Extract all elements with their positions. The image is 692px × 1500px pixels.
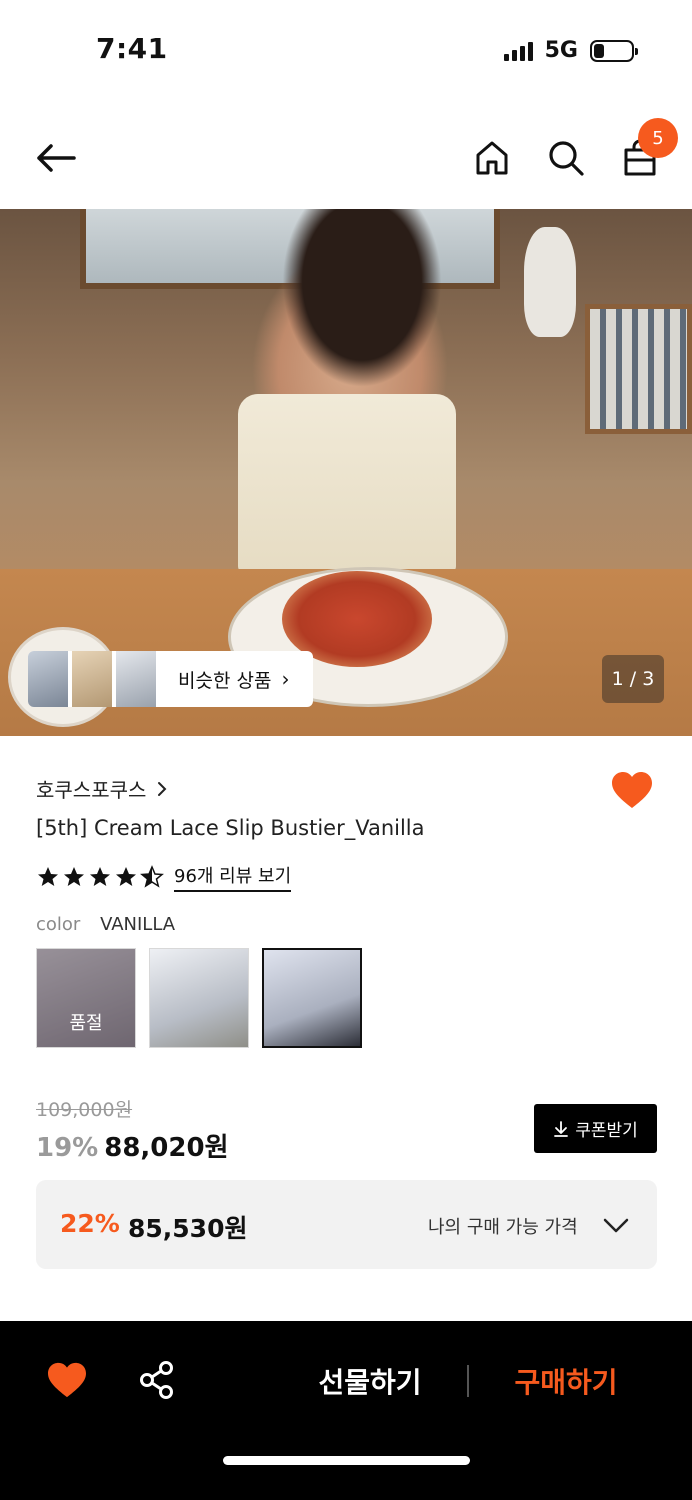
back-arrow-icon[interactable] <box>32 134 80 182</box>
home-icon[interactable] <box>468 134 516 182</box>
bottom-action-bar: 선물하기 구매하기 <box>0 1321 692 1500</box>
soldout-label: 품절 <box>69 1013 103 1034</box>
top-nav: 5 <box>0 110 692 205</box>
chevron-down-icon <box>603 1218 629 1233</box>
hero-model-top <box>238 394 456 574</box>
coupon-label: 쿠폰받기 <box>575 1121 638 1141</box>
star-icon <box>38 867 58 886</box>
heart-icon[interactable] <box>610 770 654 810</box>
product-name: [5th] Cream Lace Slip Bustier_Vanilla <box>36 816 425 840</box>
my-price-dropdown[interactable]: 22% 85,530원 나의 구매 가능 가격 <box>36 1180 657 1269</box>
search-icon[interactable] <box>542 134 590 182</box>
color-swatch-selected[interactable] <box>262 948 362 1048</box>
brand-link[interactable]: 호쿠스포쿠스 <box>36 774 168 803</box>
network-label: 5G <box>544 38 578 63</box>
color-value: VANILLA <box>100 914 176 935</box>
similar-products-button[interactable]: 비슷한 상품 › <box>28 651 313 707</box>
my-price-label: 나의 구매 가능 가격 <box>428 1217 578 1238</box>
coupon-button[interactable]: 쿠폰받기 <box>534 1104 657 1153</box>
home-indicator <box>223 1456 470 1465</box>
original-price: 109,000원 <box>36 1099 133 1121</box>
color-swatch[interactable] <box>149 948 249 1048</box>
buy-button[interactable]: 구매하기 <box>496 1361 636 1401</box>
download-icon <box>554 1120 569 1137</box>
gift-button[interactable]: 선물하기 <box>300 1361 440 1401</box>
hero-vase <box>524 227 576 337</box>
bottom-divider <box>467 1365 469 1397</box>
color-key: color <box>36 914 81 935</box>
similar-thumb <box>116 651 156 707</box>
star-icon <box>116 867 136 886</box>
price-row: 19% 88,020원 <box>36 1127 229 1164</box>
hero-chair <box>585 304 692 434</box>
color-label-row: color VANILLA <box>36 914 175 935</box>
half-star-icon <box>140 865 164 888</box>
heart-icon[interactable] <box>46 1361 88 1399</box>
image-page-indicator: 1 / 3 <box>602 655 664 703</box>
brand-name: 호쿠스포쿠스 <box>36 778 147 802</box>
chevron-right-icon <box>158 781 167 796</box>
discount-rate: 19% <box>36 1133 99 1163</box>
signal-icon <box>503 41 533 61</box>
battery-icon <box>590 39 638 62</box>
soldout-overlay: 품절 <box>37 949 135 1047</box>
status-bar: 7:41 5G <box>0 0 692 100</box>
rating-stars <box>36 865 164 889</box>
my-price: 85,530원 <box>128 1214 248 1243</box>
sale-price: 88,020원 <box>104 1133 229 1163</box>
star-icon <box>90 867 110 886</box>
status-indicators: 5G <box>503 38 638 63</box>
chevron-right-icon: › <box>281 667 290 691</box>
color-swatch-soldout[interactable]: 품절 <box>36 948 136 1048</box>
rating-row: 96개 리뷰 보기 <box>36 862 292 892</box>
star-icon <box>64 867 84 886</box>
my-discount-rate: 22% <box>60 1209 120 1238</box>
similar-products-label: 비슷한 상품 <box>178 669 272 692</box>
color-swatches: 품절 <box>36 948 362 1048</box>
similar-thumb <box>72 651 112 707</box>
cart-count-badge: 5 <box>638 118 678 158</box>
share-icon[interactable] <box>136 1359 178 1401</box>
status-time: 7:41 <box>96 32 168 65</box>
similar-thumb <box>28 651 68 707</box>
review-link[interactable]: 96개 리뷰 보기 <box>174 862 292 892</box>
